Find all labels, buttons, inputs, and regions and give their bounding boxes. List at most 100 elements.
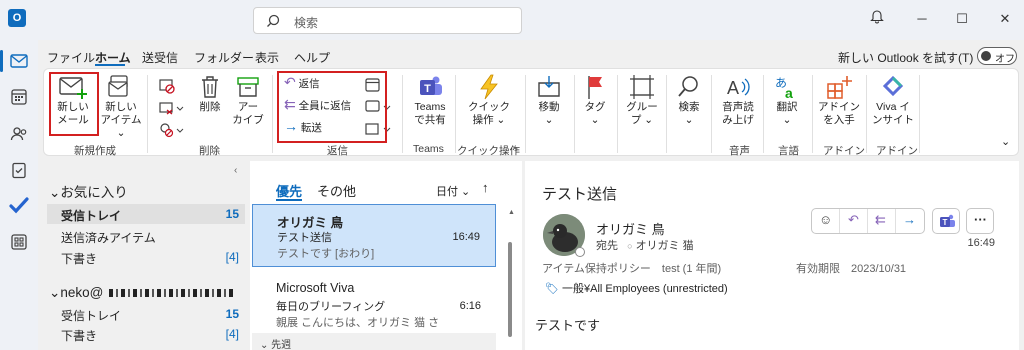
addins-icon xyxy=(827,76,852,99)
move-button[interactable]: 移動 ⌄ xyxy=(531,73,567,127)
quick-steps-button[interactable]: クイック 操作 ⌄ xyxy=(464,73,514,127)
unread-count: 15 xyxy=(225,307,239,321)
separator xyxy=(525,75,526,153)
todo-check-icon[interactable] xyxy=(9,195,29,215)
scrollbar[interactable]: ▲ xyxy=(507,209,515,339)
tag-button[interactable]: タグ ⌄ xyxy=(579,73,611,127)
archive-button[interactable]: アー カイブ xyxy=(230,73,266,127)
delete-label: 削除 xyxy=(199,101,221,113)
viva-insights-icon xyxy=(882,75,904,97)
people-icon[interactable] xyxy=(9,124,29,144)
move-icon xyxy=(538,76,560,97)
tab-folder[interactable]: フォルダー xyxy=(194,49,254,66)
apps-icon[interactable] xyxy=(9,232,29,252)
archive-label-1: アー xyxy=(237,101,259,113)
minimize-button[interactable]: ─ xyxy=(911,8,933,30)
search-box[interactable]: 検索 xyxy=(253,7,522,34)
delete-button[interactable]: 削除 xyxy=(194,73,226,114)
sort-dropdown[interactable]: 日付 ⌄ xyxy=(436,183,470,199)
folder-item-drafts[interactable]: 下書き [4] xyxy=(47,247,245,267)
tab-file[interactable]: ファイル xyxy=(47,49,95,66)
highlight-new-mail xyxy=(49,72,99,136)
viva-insights-button[interactable]: Viva イ ンサイト xyxy=(871,73,915,127)
teams-share-label-1: Teams xyxy=(414,101,446,113)
outlook-logo-icon: O xyxy=(8,9,26,27)
junk-icon[interactable] xyxy=(158,121,184,139)
translate-button[interactable]: あa 翻訳 ⌄ xyxy=(770,73,804,127)
archive-label-2: カイブ xyxy=(232,114,264,126)
tab-send-receive[interactable]: 送受信 xyxy=(142,49,178,66)
scrollbar-thumb[interactable] xyxy=(508,242,512,337)
tab-focused[interactable]: 優先 xyxy=(276,181,302,200)
folder-item-sent[interactable]: 送信済みアイテム xyxy=(47,226,245,246)
find-button[interactable]: 検索 ⌄ xyxy=(672,73,706,127)
tag-label: タグ xyxy=(584,101,606,113)
teams-icon: T xyxy=(420,76,442,95)
try-new-outlook-label[interactable]: 新しい Outlook を試す(T) xyxy=(838,49,973,66)
translate-icon: あa xyxy=(775,76,793,101)
focused-underline xyxy=(276,199,302,201)
translate-label: 翻訳 xyxy=(776,101,798,113)
ribbon-collapse-chevron-icon[interactable]: ⌄ xyxy=(1001,135,1010,148)
emoji-react-button[interactable]: ☺ xyxy=(812,209,840,233)
sensitivity-label[interactable]: 🏷 一般¥All Employees (unrestricted) xyxy=(545,280,728,296)
calendar-icon[interactable] xyxy=(9,87,29,107)
new-item-button[interactable]: 新しい アイテム ⌄ xyxy=(98,73,144,140)
close-button[interactable]: ✕ xyxy=(994,8,1016,30)
get-addins-button[interactable]: アドイン を入手 xyxy=(818,73,860,127)
app-rail xyxy=(0,40,38,350)
draft-count: [4] xyxy=(225,250,239,264)
bell-icon[interactable] xyxy=(866,8,888,30)
draft-count: [4] xyxy=(225,327,239,341)
forward-action-button[interactable]: → xyxy=(896,209,924,233)
ellipsis-icon: ··· xyxy=(974,212,987,227)
folder-label: 下書き xyxy=(61,252,98,266)
sort-direction-arrow-icon[interactable]: ↑ xyxy=(482,180,489,195)
todo-clipboard-icon[interactable] xyxy=(9,160,29,180)
new-outlook-toggle[interactable]: オフ xyxy=(977,47,1017,65)
teams-share-button[interactable]: T Teams で共有 xyxy=(408,73,452,127)
account-folder-drafts[interactable]: 下書き [4] xyxy=(47,324,245,344)
move-label: 移動 xyxy=(538,101,560,113)
tab-help[interactable]: ヘルプ xyxy=(294,49,330,66)
action-button-group: ☺ ↶ ⇇ → xyxy=(811,208,925,234)
message-item[interactable]: オリガミ 鳥 テスト送信 16:49 テストです [おわり] xyxy=(252,204,496,267)
account-folder-inbox[interactable]: 受信トレイ 15 xyxy=(47,304,245,324)
more-actions-button[interactable]: ··· xyxy=(966,208,994,234)
smiley-icon: ☺ xyxy=(819,212,833,227)
quick-steps-label-2: 操作 ⌄ xyxy=(472,114,506,126)
separator xyxy=(272,75,273,153)
reply-all-action-button[interactable]: ⇇ xyxy=(868,209,896,233)
group-label-2: プ ⌄ xyxy=(630,114,654,126)
account-header[interactable]: ⌄neko@ xyxy=(49,285,235,301)
read-aloud-label-1: 音声読 xyxy=(722,101,754,113)
read-aloud-button[interactable]: A 音声読 み上げ xyxy=(717,73,759,127)
favorites-header[interactable]: ⌄お気に入り xyxy=(49,181,128,201)
tab-other[interactable]: その他 xyxy=(317,181,356,200)
title-bar: O 検索 ─ ☐ ✕ xyxy=(0,0,1024,40)
recipient-name[interactable]: オリガミ 猫 xyxy=(636,240,694,252)
message-time: 6:16 xyxy=(459,300,481,312)
ignore-icon[interactable] xyxy=(158,77,176,95)
scroll-up-icon[interactable]: ▲ xyxy=(508,209,515,216)
collapse-pane-chevron-icon[interactable]: ‹ xyxy=(234,165,237,176)
search-placeholder: 検索 xyxy=(294,16,319,30)
cleanup-icon[interactable] xyxy=(158,99,184,117)
mail-icon[interactable] xyxy=(9,51,29,71)
tab-view[interactable]: 表示 xyxy=(255,49,279,66)
section-header-last-week[interactable]: ⌄ 先週 xyxy=(252,333,496,350)
to-label: 宛先 xyxy=(596,240,618,252)
teams-action-button[interactable]: T xyxy=(932,208,960,234)
section-label: ⌄ 先週 xyxy=(260,340,292,350)
reply-action-button[interactable]: ↶ xyxy=(840,209,868,233)
separator xyxy=(866,75,867,153)
folder-item-inbox[interactable]: 受信トレイ 15 xyxy=(47,204,245,224)
ribbon: 新しい メール 新しい アイテム ⌄ 削除 アー カイブ ↶ 返信 ⇇ 全員に返… xyxy=(43,68,1019,157)
maximize-button[interactable]: ☐ xyxy=(951,8,973,30)
dialog-launcher-icon[interactable]: ↘ xyxy=(511,143,519,154)
separator xyxy=(711,75,712,153)
separator xyxy=(617,75,618,153)
group-button[interactable]: グルー プ ⌄ xyxy=(624,73,660,127)
favorites-label: お気に入り xyxy=(60,185,128,200)
message-item[interactable]: Microsoft Viva 毎日のブリーフィング 6:16 親展 こんにちは、… xyxy=(252,274,496,332)
